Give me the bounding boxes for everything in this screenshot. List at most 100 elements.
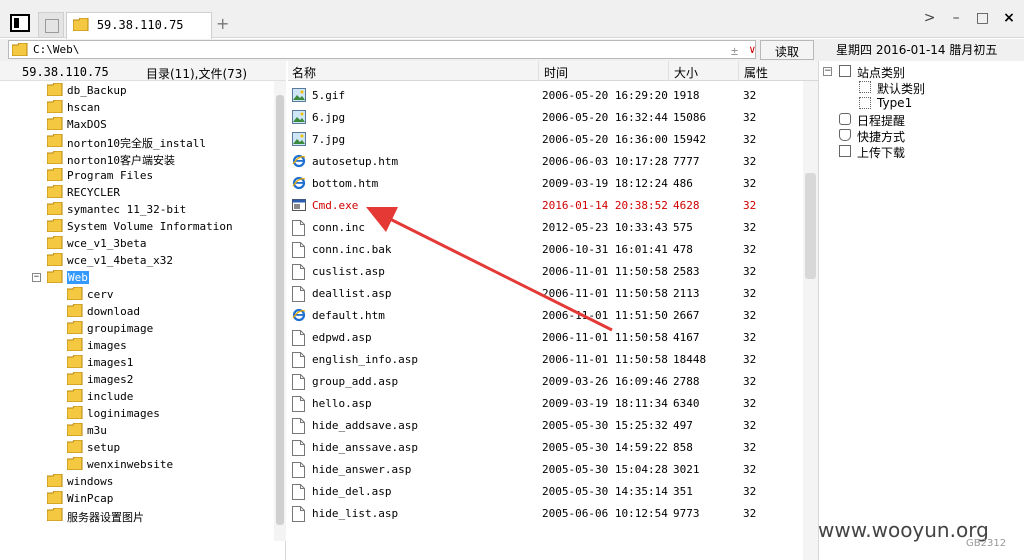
tree-item[interactable]: RECYCLER (46, 184, 270, 201)
collapse-icon[interactable]: − (32, 273, 41, 282)
category-icon (859, 81, 871, 93)
tree-item[interactable]: − Web (32, 269, 270, 286)
file-attr: 32 (743, 353, 757, 366)
file-size: 351 (673, 485, 693, 498)
file-row[interactable]: english_info.asp 2006-11-01 11:50:58 18448… (288, 349, 803, 371)
file-row[interactable]: group_add.asp 2009-03-26 16:09:46 2788 32 (288, 371, 803, 393)
tree-item[interactable]: setup (66, 439, 270, 456)
category-label: 上传下载 (857, 146, 906, 160)
tab-active-host[interactable]: 59.38.110.75 (66, 12, 212, 39)
tree-item[interactable]: groupimage (66, 320, 270, 337)
tree-item-label: cerv (87, 288, 114, 301)
file-icon (292, 330, 306, 346)
tree-item[interactable]: m3u (66, 422, 270, 439)
tree-item[interactable]: windows (46, 473, 270, 490)
path-input[interactable]: C:\Web\ ± ∨ (8, 40, 756, 59)
file-time: 2005-05-30 15:25:32 (542, 419, 668, 432)
file-row[interactable]: default.htm 2006-11-01 11:51:50 2667 32 (288, 305, 803, 327)
tree-item[interactable]: cerv (66, 286, 270, 303)
file-size: 2113 (673, 287, 700, 300)
file-attr: 32 (743, 111, 757, 124)
tree-item[interactable]: 服务器设置图片 (46, 507, 270, 524)
tree-item[interactable]: norton10客户端安装 (46, 150, 270, 167)
file-attr: 32 (743, 133, 757, 146)
tree-item[interactable]: images2 (66, 371, 270, 388)
file-row[interactable]: edpwd.asp 2006-11-01 11:50:58 4167 32 (288, 327, 803, 349)
file-row[interactable]: hide_addsave.asp 2005-05-30 15:25:32 497 32 (288, 415, 803, 437)
file-row[interactable]: cuslist.asp 2006-11-01 11:50:58 2583 32 (288, 261, 803, 283)
file-row[interactable]: Cmd.exe 2016-01-14 20:38:52 4628 32 (288, 195, 803, 217)
tree-scroll-thumb[interactable] (276, 95, 284, 525)
tree-item[interactable]: images (66, 337, 270, 354)
file-row[interactable]: hide_anssave.asp 2005-05-30 14:59:22 858 32 (288, 437, 803, 459)
file-row[interactable]: bottom.htm 2009-03-19 18:12:24 486 32 (288, 173, 803, 195)
file-icon (292, 286, 306, 302)
file-size: 15086 (673, 111, 707, 124)
column-size[interactable]: 大小 (674, 64, 698, 81)
tree-item[interactable]: wenxinwebsite (66, 456, 270, 473)
tree-item[interactable]: WinPcap (46, 490, 270, 507)
collapse-icon[interactable]: − (823, 67, 832, 76)
close-button[interactable]: × (1002, 10, 1016, 26)
file-attr: 32 (743, 287, 757, 300)
tree-item[interactable]: wce_v1_3beta (46, 235, 270, 252)
tree-item[interactable]: MaxDOS (46, 116, 270, 133)
column-attr[interactable]: 属性 (744, 64, 768, 81)
file-size: 2667 (673, 309, 700, 322)
folder-icon (66, 371, 83, 388)
pin-icon[interactable]: ± (731, 44, 738, 58)
column-time[interactable]: 时间 (544, 64, 568, 81)
file-icon (292, 418, 306, 434)
tree-scrollbar[interactable] (274, 81, 286, 541)
file-name: hello.asp (312, 397, 372, 410)
file-row[interactable]: 7.jpg 2006-05-20 16:36:00 15942 32 (288, 129, 803, 151)
folder-icon (66, 354, 83, 371)
folder-tree-panel: 59.38.110.75 目录(11),文件(73) db_Backup hsca… (0, 61, 286, 560)
tree-item[interactable]: hscan (46, 99, 270, 116)
tree-item[interactable]: include (66, 388, 270, 405)
dropdown-icon[interactable]: ∨ (749, 43, 756, 56)
ie-icon (292, 308, 306, 324)
folder-icon (12, 43, 28, 56)
tree-item-label: wenxinwebsite (87, 458, 174, 471)
file-row[interactable]: hide_answer.asp 2005-05-30 15:04:28 3021 32 (288, 459, 803, 481)
tree-item[interactable]: symantec 11_32-bit (46, 201, 270, 218)
encoding-label: GB2312 (966, 538, 1007, 549)
tree-item[interactable]: loginimages (66, 405, 270, 422)
file-row[interactable]: 5.gif 2006-05-20 16:29:20 1918 32 (288, 85, 803, 107)
tree-header: 59.38.110.75 目录(11),文件(73) (0, 61, 286, 81)
tree-item[interactable]: db_Backup (46, 82, 270, 99)
file-name: bottom.htm (312, 177, 379, 190)
file-row[interactable]: hide_del.asp 2005-05-30 14:35:14 351 32 (288, 481, 803, 503)
tree-item[interactable]: Program Files (46, 167, 270, 184)
read-button[interactable]: 读取 (760, 40, 814, 60)
file-attr: 32 (743, 265, 757, 278)
app-icon[interactable] (10, 14, 30, 32)
file-attr: 32 (743, 397, 757, 410)
file-row[interactable]: conn.inc.bak 2006-10-31 16:01:41 478 32 (288, 239, 803, 261)
tree-item[interactable]: norton10完全版_install (46, 133, 270, 150)
chevron-right-icon[interactable]: > (923, 10, 937, 26)
file-attr: 32 (743, 155, 757, 168)
tree-item[interactable]: wce_v1_4beta_x32 (46, 252, 270, 269)
file-scroll-thumb[interactable] (805, 173, 816, 279)
file-row[interactable]: hello.asp 2009-03-19 18:11:34 6340 32 (288, 393, 803, 415)
file-row[interactable]: hide_list.asp 2005-06-06 10:12:54 9773 32 (288, 503, 803, 525)
file-row[interactable]: conn.inc 2012-05-23 10:33:43 575 32 (288, 217, 803, 239)
tree-item[interactable]: System Volume Information (46, 218, 270, 235)
category-label: 站点类别 (857, 66, 906, 80)
new-tab-button[interactable]: + (216, 14, 229, 33)
blank-tab[interactable] (38, 12, 64, 38)
tree-item[interactable]: download (66, 303, 270, 320)
file-row[interactable]: deallist.asp 2006-11-01 11:50:58 2113 32 (288, 283, 803, 305)
minimize-button[interactable]: – (949, 10, 963, 26)
file-row[interactable]: autosetup.htm 2006-06-03 10:17:28 7777 32 (288, 151, 803, 173)
file-row[interactable]: 6.jpg 2006-05-20 16:32:44 15086 32 (288, 107, 803, 129)
maximize-button[interactable]: □ (976, 10, 990, 26)
tree-item-label: images2 (87, 373, 134, 386)
file-scrollbar[interactable] (803, 81, 818, 560)
column-name[interactable]: 名称 (292, 64, 316, 81)
clock-icon (839, 113, 851, 125)
tree-item[interactable]: images1 (66, 354, 270, 371)
file-name: autosetup.htm (312, 155, 399, 168)
